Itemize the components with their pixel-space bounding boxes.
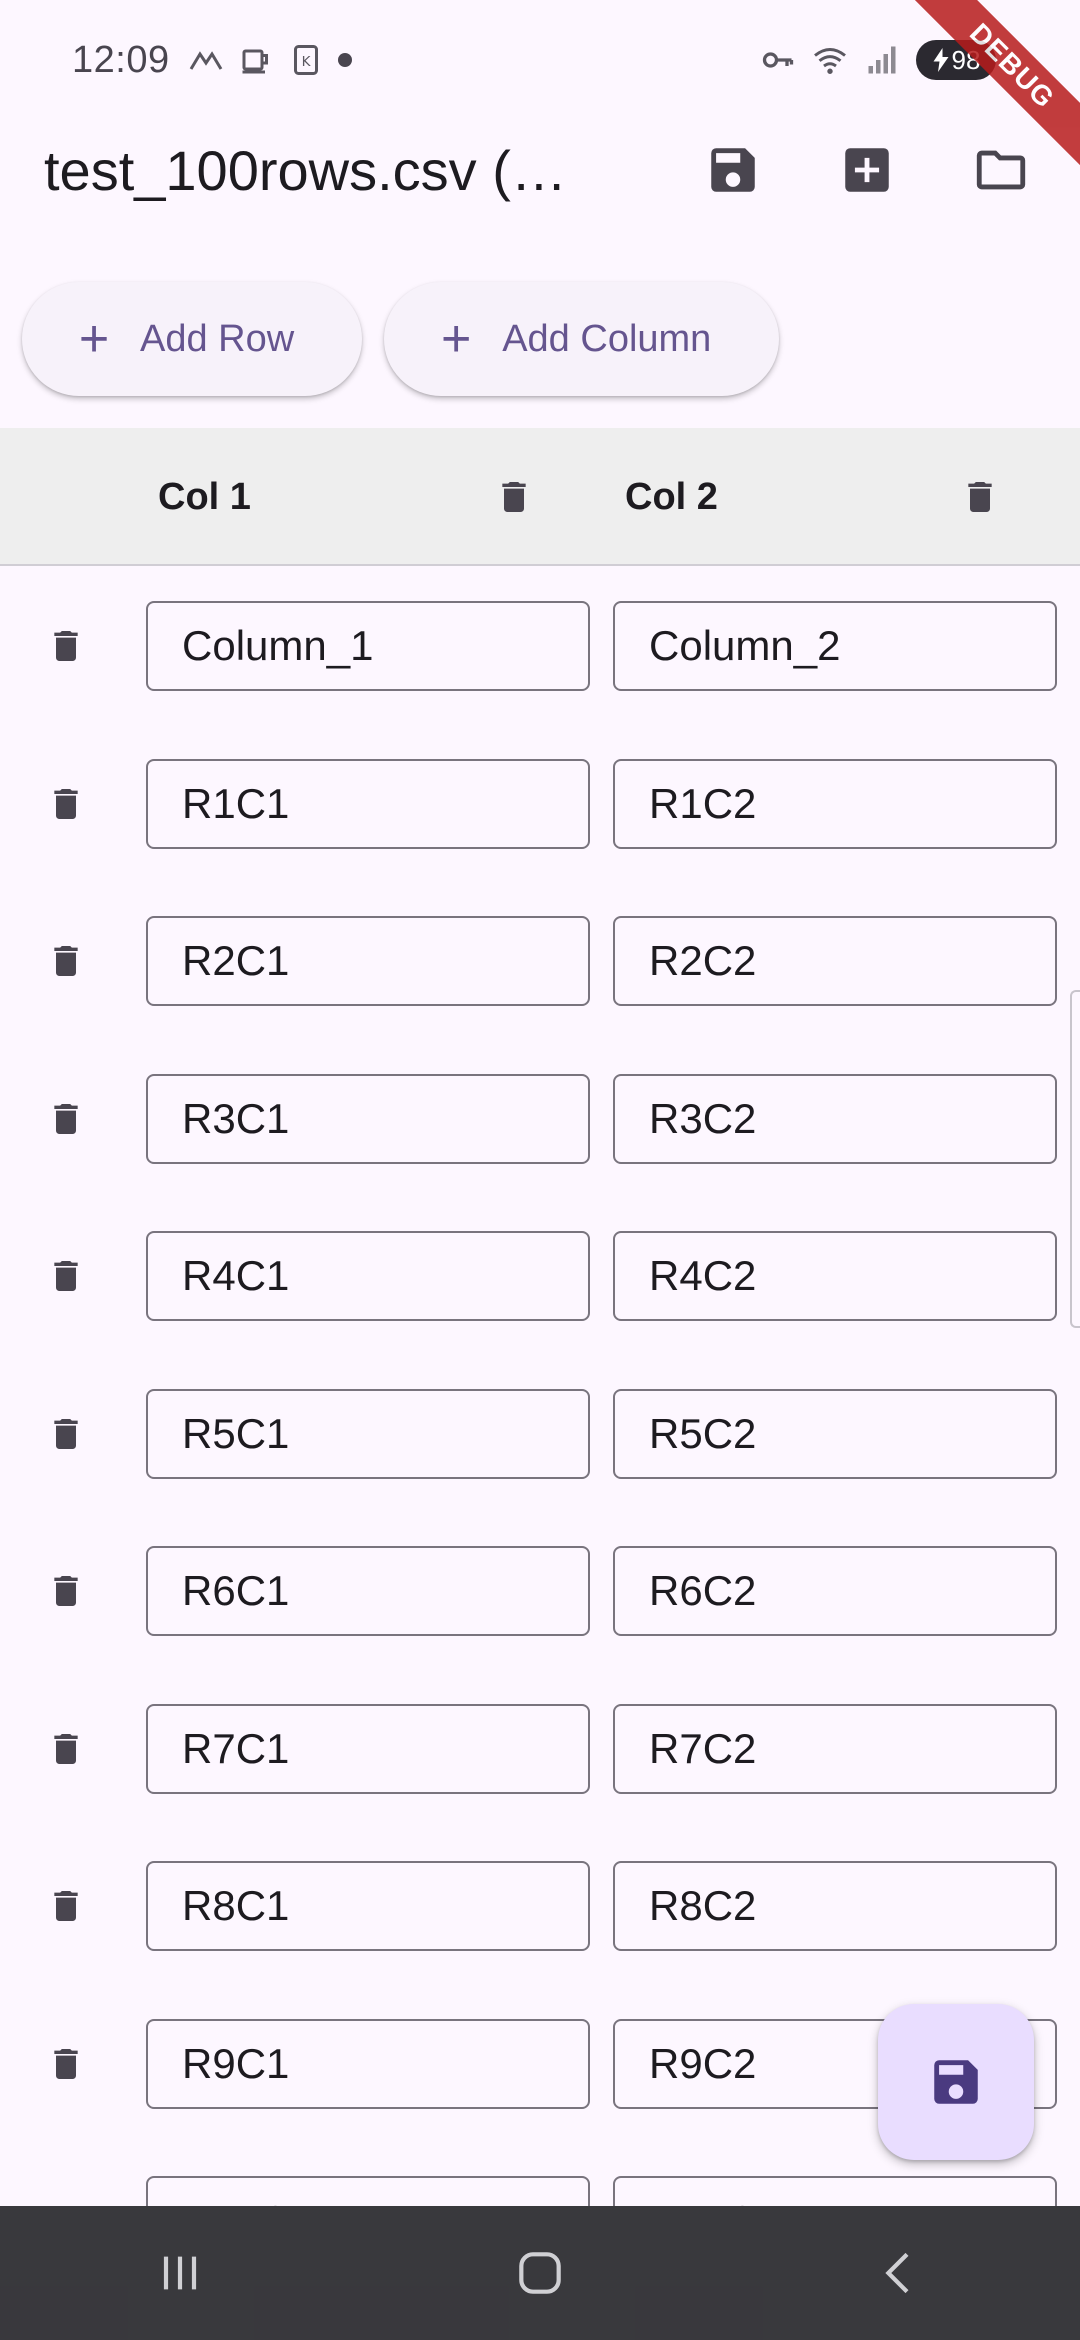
table-header: Col 1 Col 2 xyxy=(0,428,1080,566)
cell-input[interactable] xyxy=(613,1231,1057,1321)
back-icon xyxy=(885,2252,909,2294)
cell-input[interactable] xyxy=(613,1546,1057,1636)
add-column-button[interactable]: + Add Column xyxy=(384,282,780,396)
delete-row-icon[interactable] xyxy=(46,1256,86,1296)
app-bar-actions xyxy=(666,120,1068,220)
add-row-label: Add Row xyxy=(140,317,295,360)
cell-input[interactable] xyxy=(613,2176,1057,2206)
table-row xyxy=(0,1354,1080,1512)
back-button[interactable] xyxy=(840,2223,960,2323)
delete-row-icon[interactable] xyxy=(46,1099,86,1139)
cell-input[interactable] xyxy=(146,758,590,849)
status-left: 12:09 K xyxy=(72,39,352,82)
cell-input[interactable] xyxy=(146,1073,590,1164)
cell-input[interactable] xyxy=(146,1388,590,1479)
trash-icon xyxy=(502,482,526,512)
hiking-icon xyxy=(189,51,222,70)
charging-bolt-icon xyxy=(933,48,949,72)
table-row xyxy=(0,1039,1080,1197)
status-bar: 12:09 K 98 xyxy=(0,0,1080,120)
coffee-icon xyxy=(242,49,268,74)
add-row-button[interactable]: + Add Row xyxy=(22,282,363,396)
home-icon xyxy=(519,2252,561,2294)
cell-input[interactable] xyxy=(613,758,1057,849)
signal-icon xyxy=(868,46,896,74)
table-row xyxy=(0,1669,1080,1827)
column-header-1: Col 1 xyxy=(158,475,251,518)
delete-row-icon[interactable] xyxy=(46,1729,86,1769)
cell-input[interactable] xyxy=(613,916,1057,1006)
delete-column-2-button[interactable] xyxy=(960,428,1000,566)
cell-input[interactable] xyxy=(146,2018,590,2109)
delete-column-1-button[interactable] xyxy=(494,428,534,566)
delete-row-icon[interactable] xyxy=(46,1414,86,1454)
cell-input[interactable] xyxy=(613,601,1057,691)
plus-icon: + xyxy=(78,310,110,368)
k-app-icon: K xyxy=(293,45,318,75)
column-header-2: Col 2 xyxy=(625,475,718,518)
save-button[interactable] xyxy=(666,120,800,220)
delete-row-icon[interactable] xyxy=(46,1886,86,1926)
recents-button[interactable] xyxy=(120,2223,240,2323)
cell-input[interactable] xyxy=(613,1861,1057,1951)
table-row xyxy=(0,1511,1080,1669)
table-body xyxy=(0,566,1080,2206)
table-row xyxy=(0,566,1080,724)
table-row xyxy=(0,1826,1080,1984)
cell-input[interactable] xyxy=(613,1073,1057,1164)
app-bar: test_100rows.csv (… xyxy=(0,120,1080,220)
cell-input[interactable] xyxy=(146,2176,590,2206)
status-time: 12:09 xyxy=(72,38,170,81)
save-icon xyxy=(711,148,755,192)
cell-input[interactable] xyxy=(146,1231,590,1321)
toolbar: + Add Row + Add Column xyxy=(22,282,780,396)
add-column-label: Add Column xyxy=(502,317,712,360)
save-fab[interactable] xyxy=(878,2004,1034,2160)
save-icon xyxy=(934,2060,978,2104)
page-title: test_100rows.csv (… xyxy=(44,138,567,202)
cell-input[interactable] xyxy=(146,1861,590,1951)
cell-input[interactable] xyxy=(146,916,590,1006)
table-row xyxy=(0,1196,1080,1354)
cell-input[interactable] xyxy=(146,1703,590,1794)
more-notifications-dot xyxy=(337,53,352,67)
vpn-key-icon xyxy=(762,52,794,68)
delete-row-icon[interactable] xyxy=(46,2044,86,2084)
cell-input[interactable] xyxy=(613,1703,1057,1794)
table-row xyxy=(0,881,1080,1039)
delete-row-icon[interactable] xyxy=(46,941,86,981)
recents-icon xyxy=(163,2256,197,2290)
system-nav-bar xyxy=(0,2206,1080,2340)
wifi-icon xyxy=(814,48,846,74)
svg-text:K: K xyxy=(301,54,311,70)
cell-input[interactable] xyxy=(146,1546,590,1636)
cell-input[interactable] xyxy=(613,1388,1057,1479)
notification-icons: K xyxy=(188,42,352,78)
home-button[interactable] xyxy=(480,2223,600,2323)
scrollbar[interactable] xyxy=(1070,990,1080,1328)
delete-row-icon[interactable] xyxy=(46,784,86,824)
cell-input[interactable] xyxy=(146,601,590,691)
folder-icon xyxy=(976,150,1026,190)
table-row xyxy=(0,724,1080,882)
delete-row-icon[interactable] xyxy=(46,1571,86,1611)
plus-icon: + xyxy=(441,310,472,368)
open-folder-button[interactable] xyxy=(934,120,1068,220)
add-box-icon xyxy=(845,148,889,192)
delete-row-icon[interactable] xyxy=(46,626,86,666)
trash-icon xyxy=(968,482,992,512)
add-file-button[interactable] xyxy=(800,120,934,220)
